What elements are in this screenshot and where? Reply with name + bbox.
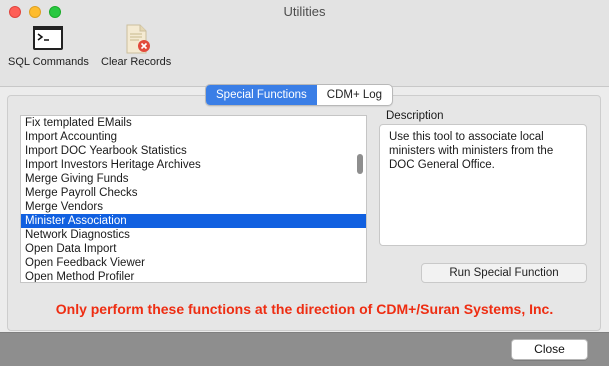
window-title: Utilities — [283, 4, 326, 19]
function-list-item[interactable]: Import Investors Heritage Archives — [21, 158, 366, 172]
tab-special-functions[interactable]: Special Functions — [206, 85, 317, 105]
function-list-item[interactable]: Merge Payroll Checks — [21, 186, 366, 200]
terminal-icon — [33, 26, 64, 50]
footer-bar: Close — [0, 332, 609, 366]
title-bar: Utilities SQL Commands Clear Records — [0, 0, 609, 87]
function-list-item[interactable]: Open Data Import — [21, 242, 366, 256]
run-special-function-button[interactable]: Run Special Function — [421, 263, 587, 283]
function-list-item[interactable]: Open Feedback Viewer — [21, 256, 366, 270]
functions-list[interactable]: Fix templated EMails Import Accounting Imp… — [20, 115, 367, 283]
sql-commands-label: SQL Commands — [8, 56, 89, 68]
function-list-item[interactable]: Import Accounting — [21, 130, 366, 144]
utilities-window: Utilities SQL Commands Clear Records Spe… — [0, 0, 609, 366]
function-list-item[interactable]: Import DOC Yearbook Statistics — [21, 144, 366, 158]
tab-bar: Special Functions CDM+ Log — [205, 84, 394, 106]
clear-records-label: Clear Records — [101, 56, 172, 68]
function-list-item[interactable]: Merge Giving Funds — [21, 172, 366, 186]
clear-records-button[interactable]: Clear Records — [101, 24, 171, 68]
functions-list-rows: Fix templated EMails Import Accounting Imp… — [21, 116, 366, 282]
description-text: Use this tool to associate local ministe… — [379, 124, 587, 246]
function-list-item[interactable]: Open Method Profiler — [21, 270, 366, 282]
function-list-item[interactable]: Minister Association — [21, 214, 366, 228]
description-label: Description — [386, 110, 444, 122]
sql-commands-button[interactable]: SQL Commands — [8, 24, 89, 68]
function-list-item[interactable]: Fix templated EMails — [21, 116, 366, 130]
close-button[interactable]: Close — [511, 339, 588, 360]
clear-records-icon — [126, 24, 151, 54]
tab-cdm-log[interactable]: CDM+ Log — [317, 85, 392, 105]
warning-message: Only perform these functions at the dire… — [55, 301, 554, 317]
function-list-item[interactable]: Network Diagnostics — [21, 228, 366, 242]
function-list-item[interactable]: Merge Vendors — [21, 200, 366, 214]
list-scrollbar[interactable] — [357, 154, 363, 174]
